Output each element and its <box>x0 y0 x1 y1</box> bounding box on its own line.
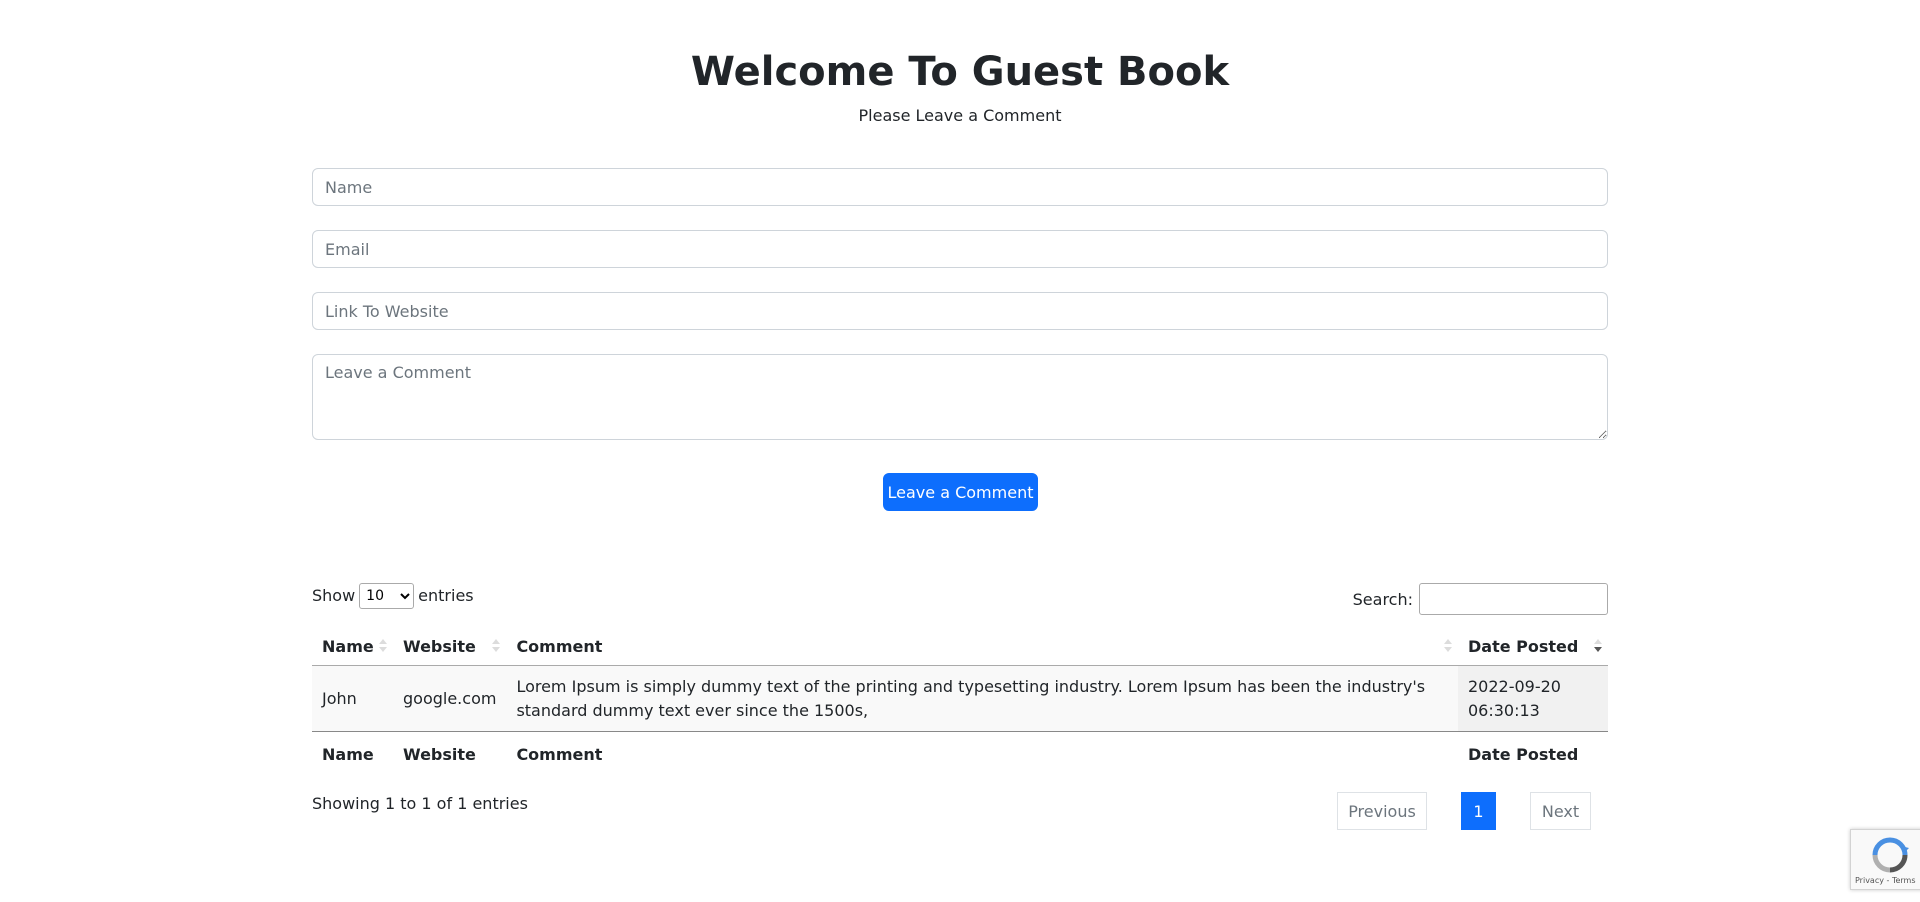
email-input[interactable] <box>312 230 1608 268</box>
column-header-name[interactable]: Name <box>312 627 393 666</box>
table-info: Showing 1 to 1 of 1 entries <box>312 794 528 813</box>
sort-icon <box>1444 639 1452 653</box>
recaptcha-links[interactable]: Privacy - Terms <box>1855 876 1916 885</box>
page-title: Welcome To Guest Book <box>690 49 1230 95</box>
column-header-date-posted[interactable]: Date Posted <box>1458 627 1608 666</box>
cell-website: google.com <box>393 665 507 732</box>
cell-comment: Lorem Ipsum is simply dummy text of the … <box>506 665 1458 732</box>
search-input[interactable] <box>1419 583 1608 615</box>
search-label: Search: <box>1352 589 1413 609</box>
footer-name: Name <box>312 731 393 776</box>
sort-icon <box>492 639 501 653</box>
table-search: Search: <box>1353 583 1608 615</box>
footer-website: Website <box>393 731 507 776</box>
length-suffix-label: entries <box>418 586 474 605</box>
sort-desc-icon <box>1594 639 1602 653</box>
previous-button[interactable]: Previous <box>1337 792 1427 830</box>
column-header-label: Name <box>322 636 374 656</box>
leave-comment-button[interactable]: Leave a Comment <box>883 473 1038 511</box>
recaptcha-icon <box>1872 837 1909 873</box>
entries-per-page-select[interactable]: 10 <box>359 583 415 609</box>
column-header-label: Comment <box>516 636 603 656</box>
page-1-button[interactable]: 1 <box>1461 792 1496 830</box>
page-subtitle: Please Leave a Comment <box>858 106 1062 125</box>
next-button[interactable]: Next <box>1530 792 1591 830</box>
column-header-label: Website <box>403 636 476 656</box>
cell-name: John <box>312 665 393 732</box>
footer-date-posted: Date Posted <box>1458 731 1608 776</box>
table-row: John google.com Lorem Ipsum is simply du… <box>312 665 1608 732</box>
comments-table: Name Website Comment Date Posted John go… <box>312 627 1608 776</box>
entries-length-control: Show 10 entries <box>312 583 474 609</box>
pagination: Previous 1 Next <box>1337 792 1591 830</box>
website-input[interactable] <box>312 292 1608 330</box>
name-input[interactable] <box>312 168 1608 206</box>
cell-date-posted: 2022-09-20 06:30:13 <box>1458 665 1608 732</box>
column-header-label: Date Posted <box>1468 636 1579 656</box>
footer-comment: Comment <box>506 731 1458 776</box>
table-header-row: Name Website Comment Date Posted <box>312 627 1608 666</box>
column-header-comment[interactable]: Comment <box>506 627 1458 666</box>
table-footer-row: Name Website Comment Date Posted <box>312 731 1608 776</box>
recaptcha-badge[interactable]: Privacy - Terms <box>1850 829 1920 890</box>
length-prefix-label: Show <box>312 586 356 605</box>
column-header-website[interactable]: Website <box>393 627 507 666</box>
comment-textarea[interactable] <box>312 354 1608 440</box>
sort-icon <box>379 639 387 653</box>
